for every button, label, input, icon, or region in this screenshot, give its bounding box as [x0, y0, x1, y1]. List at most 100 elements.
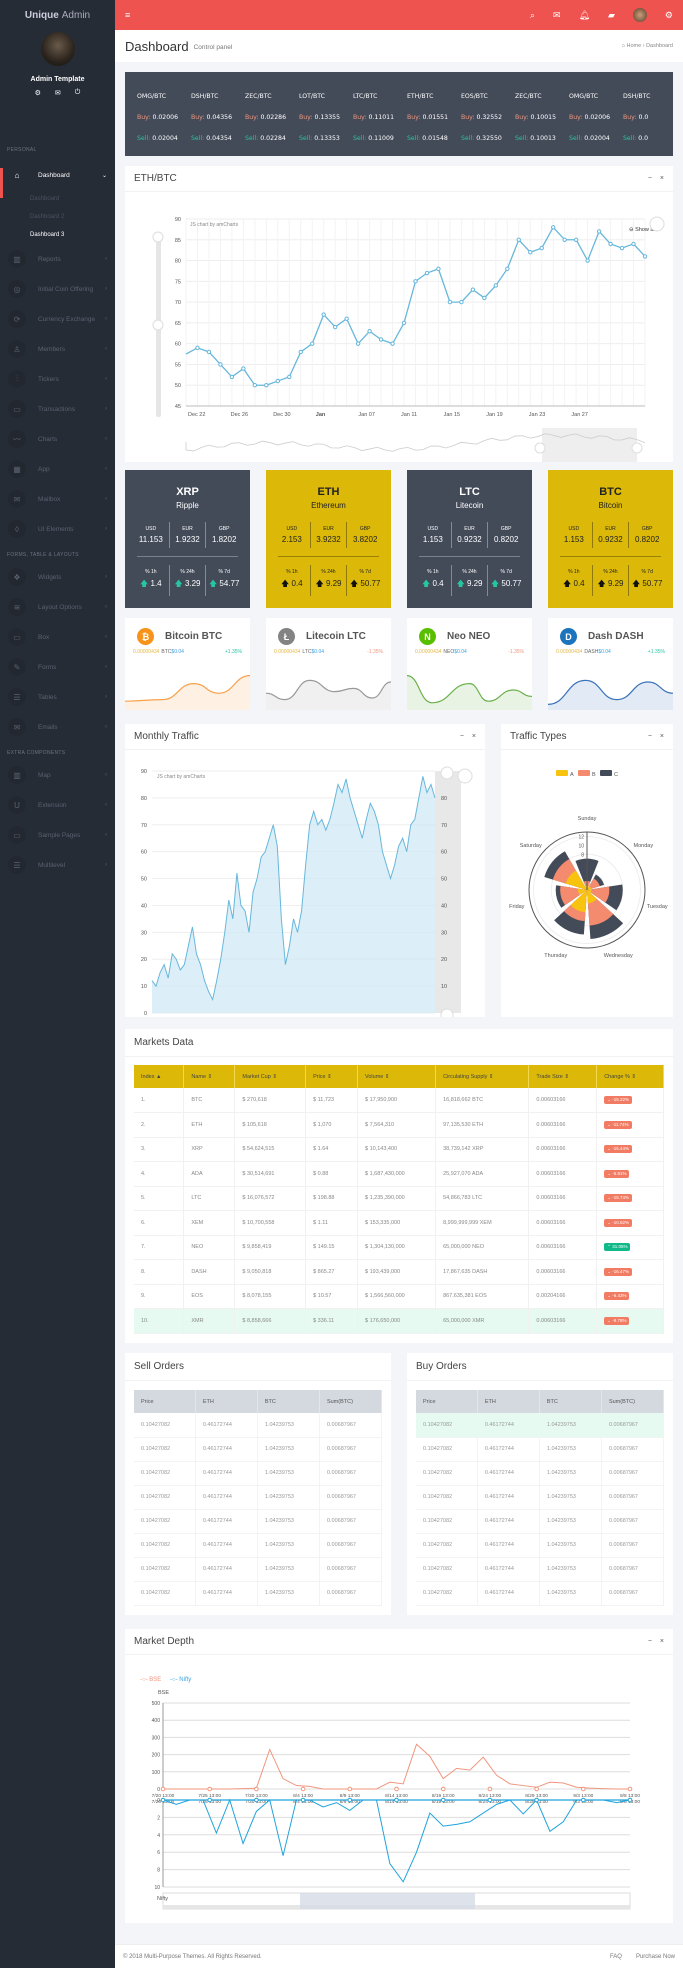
traffic-types-chart[interactable]: A B C Sunday Monday Tuesday Wednesday Thursday F…	[501, 750, 673, 1017]
minimize-button[interactable]: −	[460, 733, 464, 740]
sidebar-item-dashboard[interactable]: ⌂ Dashboard ⌄	[0, 160, 115, 198]
scroll-handle-right[interactable]	[631, 442, 643, 454]
order-row[interactable]: 0.10427082 0.46172744 1.04239753 0.00687967	[416, 1533, 665, 1558]
sidebar-item-currency-exchange[interactable]: ⟳ Currency Exchange ›	[0, 304, 115, 334]
user-avatar-small[interactable]	[632, 8, 647, 22]
table-row[interactable]: 3. XRP $ 54,624,515 $ 1.64 $ 10,143,400 38,73…	[134, 1137, 664, 1162]
order-row[interactable]: 0.10427082 0.46172744 1.04239753 0.00687967	[134, 1461, 383, 1486]
sidebar-item-widgets[interactable]: ❖ Widgets ›	[0, 562, 115, 592]
sidebar-subitem-dashboard-2[interactable]: Dashboard 2	[0, 208, 115, 226]
column-header[interactable]: Price ⇕	[305, 1065, 358, 1088]
table-row[interactable]: 7. NEO $ 9,858,419 $ 149.15 $ 1,304,130,000 6…	[134, 1235, 664, 1260]
order-row[interactable]: 0.10427082 0.46172744 1.04239753 0.00687967	[416, 1437, 665, 1462]
order-row[interactable]: 0.10427082 0.46172744 1.04239753 0.00687967	[416, 1581, 665, 1606]
coin-card-xrp[interactable]: XRP Ripple USD 11.153 EUR 1.9232 GBP 1.8202 % 1h…	[125, 470, 250, 608]
monthly-traffic-chart[interactable]: 001010202030304040505060607070808090AugS…	[125, 750, 485, 1024]
sidebar-item-forms[interactable]: ✎ Forms ›	[0, 652, 115, 682]
coin-card-eth[interactable]: ETH Ethereum USD 2.153 EUR 3.9232 GBP 3.8202 % 1…	[266, 470, 391, 608]
sidebar-item-tables[interactable]: ☰ Tables ›	[0, 682, 115, 712]
scroll-handle-left[interactable]	[534, 442, 546, 454]
order-row[interactable]: 0.10427082 0.46172744 1.04239753 0.00687967	[134, 1485, 383, 1510]
coin-widget-ltc[interactable]: Ł Litecoin LTC 0.00000434 LTC $0.04 -1.35%	[266, 618, 391, 710]
table-row[interactable]: 5. LTC $ 16,076,572 $ 198.88 $ 1,235,390,000…	[134, 1186, 664, 1211]
order-row[interactable]: 0.10427082 0.46172744 1.04239753 0.00687967	[134, 1581, 383, 1606]
coin-card-ltc[interactable]: LTC Litecoin USD 1.153 EUR 0.9232 GBP 0.8202 % 1…	[407, 470, 532, 608]
sidebar-item-transactions[interactable]: ▭ Transactions ›	[0, 394, 115, 424]
order-row[interactable]: 0.10427082 0.46172744 1.04239753 0.00687967	[134, 1437, 383, 1462]
navigator-selection[interactable]	[300, 1893, 475, 1909]
eth-btc-chart[interactable]: 45 50 55 60 65 70 75 80 85 90 JS chart by amCharts…	[125, 192, 673, 474]
sidebar-item-app[interactable]: ▦ App ›	[0, 454, 115, 484]
minimize-button[interactable]: −	[648, 1638, 652, 1645]
sidebar-item-reports[interactable]: ▥ Reports ›	[0, 244, 115, 274]
notifications-bell-icon[interactable]: 🔔︎	[579, 10, 590, 21]
close-button[interactable]: ×	[472, 733, 476, 740]
column-header[interactable]: Trade Size ⇕	[528, 1065, 598, 1088]
order-row[interactable]: 0.10427082 0.46172744 1.04239753 0.00687967	[134, 1533, 383, 1558]
ticker-buy: Buy: 0.10015	[515, 114, 569, 121]
column-header[interactable]: Circulating Supply ⇕	[435, 1065, 530, 1088]
minimize-button[interactable]: −	[648, 175, 652, 182]
sidebar-item-sample-pages[interactable]: ▭ Sample Pages ›	[0, 820, 115, 850]
settings-icon[interactable]: ⚙	[35, 89, 41, 97]
sidebar-subitem-dashboard[interactable]: Dashboard	[0, 190, 115, 208]
minimize-button[interactable]: −	[648, 733, 652, 740]
coin-widget-btc[interactable]: ₿ Bitcoin BTC 0.00000434 BTC $0.04 +1.35%	[125, 618, 250, 710]
ticker-buy: Buy: 0.04356	[191, 114, 245, 121]
coin-card-btc[interactable]: BTC Bitcoin USD 1.153 EUR 0.9232 GBP 0.8202 % 1h…	[548, 470, 673, 608]
sidebar-item-ui-elements[interactable]: ◊ UI Elements ›	[0, 514, 115, 544]
sidebar-item-tickers[interactable]: ⫶ Tickers ›	[0, 364, 115, 394]
sidebar-item-multilevel[interactable]: ☰ Multilevel ›	[0, 850, 115, 880]
sidebar-item-extension[interactable]: U Extension ›	[0, 790, 115, 820]
close-button[interactable]: ×	[660, 1638, 664, 1645]
messages-icon[interactable]: ✉	[553, 10, 561, 21]
table-row[interactable]: 9. EOS $ 8,078,155 $ 10.57 $ 1,566,560,000 86…	[134, 1284, 664, 1309]
market-depth-chart[interactable]: -○- BSE -○- NiftyBSE01002003004005007/20 …	[125, 1655, 673, 1923]
order-row[interactable]: 0.10427082 0.46172744 1.04239753 0.00687967	[416, 1413, 665, 1438]
table-row[interactable]: 4. ADA $ 30,514,691 $ 0.88 $ 1,687,430,000 25…	[134, 1161, 664, 1187]
order-row[interactable]: 0.10427082 0.46172744 1.04239753 0.00687967	[134, 1509, 383, 1534]
zoom-handle-top[interactable]	[440, 766, 454, 780]
column-header[interactable]: Change % ⇕	[596, 1065, 664, 1088]
faq-link[interactable]: FAQ	[610, 1954, 622, 1960]
sidebar-item-layout-options[interactable]: ≋ Layout Options ›	[0, 592, 115, 622]
user-avatar[interactable]	[40, 32, 75, 66]
column-header[interactable]: Index ▲	[134, 1065, 185, 1088]
table-row[interactable]: 1. BTC $ 270,618 $ 11,723 $ 17,950,900 16,818…	[134, 1088, 664, 1113]
zoom-handle-bottom[interactable]	[440, 1008, 454, 1022]
close-button[interactable]: ×	[660, 175, 664, 182]
power-icon[interactable]: ⏻	[75, 89, 81, 97]
chat-icon[interactable]: ▰	[608, 10, 615, 21]
purchase-link[interactable]: Purchase Now	[636, 1954, 675, 1960]
order-row[interactable]: 0.10427082 0.46172744 1.04239753 0.00687967	[416, 1485, 665, 1510]
sidebar-item-members[interactable]: ♙ Members ›	[0, 334, 115, 364]
breadcrumb-home[interactable]: Home	[627, 43, 642, 49]
close-button[interactable]: ×	[660, 733, 664, 740]
table-row[interactable]: 8. DASH $ 9,050,818 $ 865.27 $ 193,439,000 17…	[134, 1259, 664, 1285]
sidebar-item-box[interactable]: ▭ Box ›	[0, 622, 115, 652]
column-header[interactable]: Volume ⇕	[357, 1065, 437, 1088]
sidebar-item-mailbox[interactable]: ✉ Mailbox ›	[0, 484, 115, 514]
sidebar-item-emails[interactable]: ✉ Emails ›	[0, 712, 115, 742]
table-row[interactable]: 10. XMR $ 8,858,666 $ 336.11 $ 176,650,000 65…	[134, 1308, 664, 1334]
column-header[interactable]: Market Cup ⇕	[234, 1065, 307, 1088]
sidebar-item-map[interactable]: ▥ Map ›	[0, 760, 115, 790]
order-row[interactable]: 0.10427082 0.46172744 1.04239753 0.00687967	[134, 1413, 383, 1438]
table-row[interactable]: 6. XEM $ 10,700,558 $ 1.11 $ 153,335,000 8,99…	[134, 1210, 664, 1236]
coin-widget-neo[interactable]: N Neo NEO 0.00000434 NEO $0.04 -1.35%	[407, 618, 532, 710]
table-row[interactable]: 2. ETH $ 105,618 $ 1,070 $ 7,564,310 97,135,5…	[134, 1112, 664, 1138]
sidebar-item-charts[interactable]: 〰 Charts ›	[0, 424, 115, 454]
sidebar-item-initial-coin-offering[interactable]: ◎ Initial Coin Offering ›	[0, 274, 115, 304]
order-row[interactable]: 0.10427082 0.46172744 1.04239753 0.00687967	[416, 1461, 665, 1486]
coin-widget-dash[interactable]: D Dash DASH 0.00000434 DASH $0.04 +1.35%	[548, 618, 673, 710]
sidebar-subitem-dashboard-3[interactable]: Dashboard 3	[0, 226, 115, 244]
gear-icon[interactable]: ⚙	[665, 10, 673, 21]
column-header[interactable]: Name ⇕	[183, 1065, 236, 1088]
order-row[interactable]: 0.10427082 0.46172744 1.04239753 0.00687967	[416, 1509, 665, 1534]
mail-icon[interactable]: ✉	[55, 89, 61, 97]
order-row[interactable]: 0.10427082 0.46172744 1.04239753 0.00687967	[134, 1557, 383, 1582]
search-icon[interactable]: ⌕	[530, 10, 535, 21]
hamburger-menu-icon[interactable]: ≡	[125, 10, 130, 20]
order-row[interactable]: 0.10427082 0.46172744 1.04239753 0.00687967	[416, 1557, 665, 1582]
brand-logo[interactable]: Unique Admin	[0, 0, 115, 30]
